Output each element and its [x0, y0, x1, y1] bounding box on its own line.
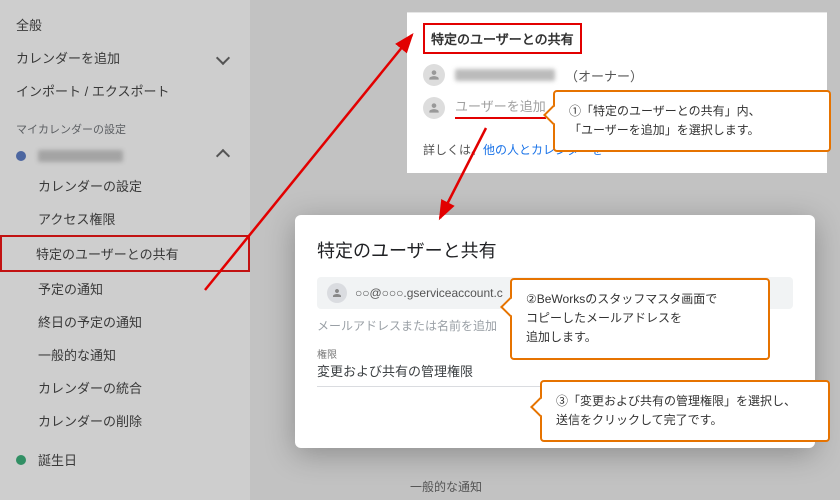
callout-3-text: ③「変更および共有の管理権限」を選択し、 送信をクリックして完了です。: [556, 394, 796, 427]
person-icon: [423, 64, 445, 86]
more-prefix: 詳しくは、: [423, 143, 483, 157]
callout-1-text: ①「特定のユーザーとの共有」内、 「ユーザーを追加」を選択します。: [569, 104, 761, 137]
person-icon: [327, 283, 347, 303]
add-user-link[interactable]: ユーザーを追加: [455, 96, 546, 119]
callout-3: ③「変更および共有の管理権限」を選択し、 送信をクリックして完了です。: [540, 380, 830, 442]
share-panel-title: 特定のユーザーとの共有: [423, 23, 582, 54]
callout-2: ②BeWorksのスタッフマスタ画面で コピーしたメールアドレスを 追加します。: [510, 278, 770, 360]
owner-name-blurred: [455, 69, 555, 81]
callout-2-text: ②BeWorksのスタッフマスタ画面で コピーしたメールアドレスを 追加します。: [526, 292, 717, 344]
permission-value: 変更および共有の管理権限: [317, 361, 793, 380]
dialog-title: 特定のユーザーと共有: [295, 237, 815, 277]
owner-suffix: （オーナー）: [565, 66, 643, 85]
email-chip-text: ○○@○○○.gserviceaccount.c: [355, 286, 503, 300]
share-owner-row: （オーナー）: [423, 64, 811, 86]
person-icon: [423, 97, 445, 119]
callout-1: ①「特定のユーザーとの共有」内、 「ユーザーを追加」を選択します。: [553, 90, 831, 152]
